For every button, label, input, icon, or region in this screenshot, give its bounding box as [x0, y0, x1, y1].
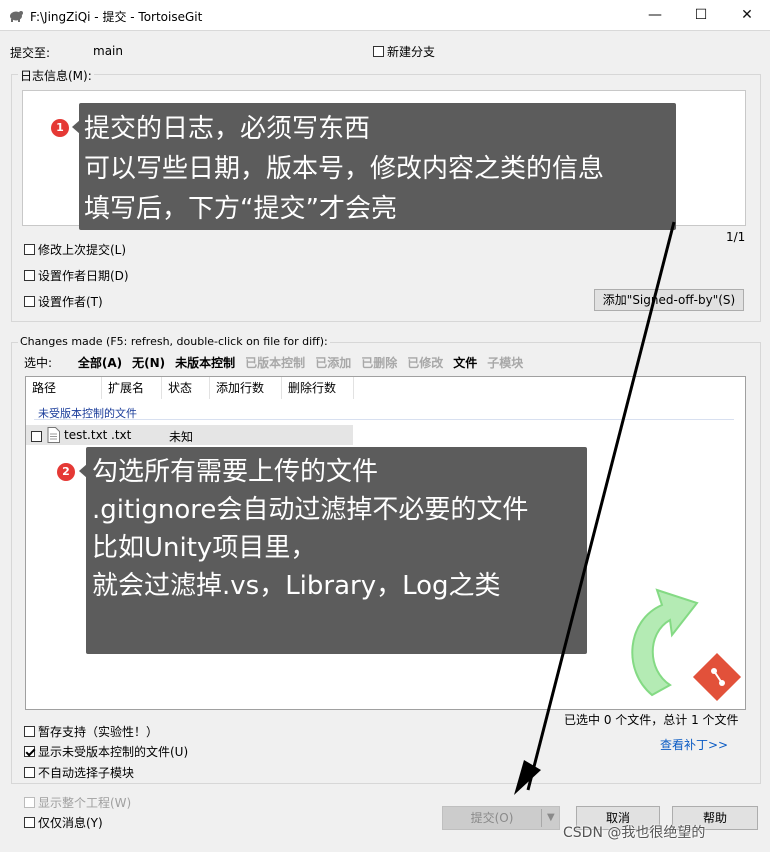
- watermark: CSDN @我也很绝望的: [563, 825, 706, 841]
- annotation-arrow: [514, 221, 676, 795]
